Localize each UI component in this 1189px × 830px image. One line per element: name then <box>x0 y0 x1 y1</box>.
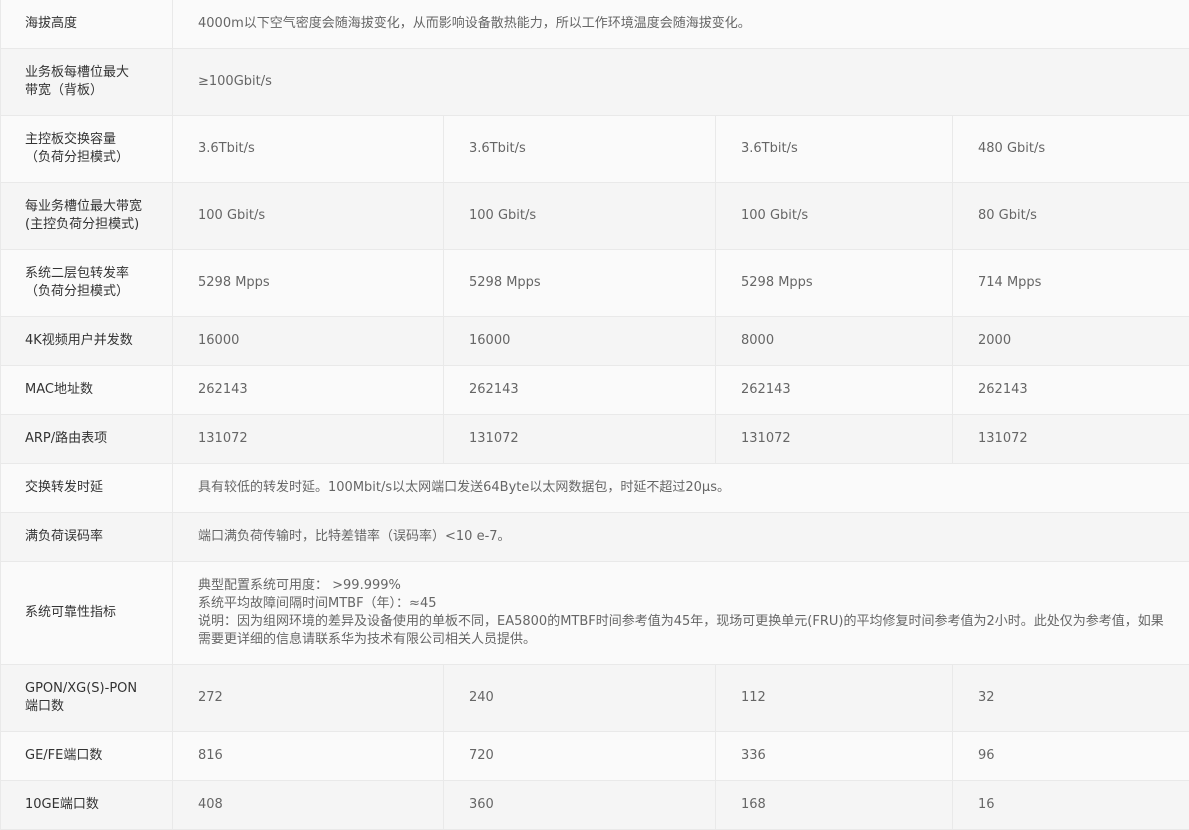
row-label: ARP/路由表项 <box>1 415 173 464</box>
cell-value: 480 Gbit/s <box>953 116 1189 183</box>
cell-value: 16000 <box>444 317 716 366</box>
cell-value: 131072 <box>953 415 1189 464</box>
row-switch-capacity: 主控板交换容量（负荷分担模式） 3.6Tbit/s 3.6Tbit/s 3.6T… <box>1 116 1189 183</box>
reliability-availability: 典型配置系统可用度： >99.999% <box>198 577 1169 595</box>
cell-value: 80 Gbit/s <box>953 183 1189 250</box>
row-label: 10GE端口数 <box>1 781 173 830</box>
reliability-note: 说明：因为组网环境的差异及设备使用的单板不同，EA5800的MTBF时间参考值为… <box>198 613 1169 649</box>
row-label: 满负荷误码率 <box>1 513 173 562</box>
row-label: 业务板每槽位最大带宽（背板） <box>1 49 173 116</box>
cell-value: 5298 Mpps <box>716 250 953 317</box>
cell-value: 131072 <box>716 415 953 464</box>
cell-value: 5298 Mpps <box>173 250 444 317</box>
row-mac: MAC地址数 262143 262143 262143 262143 <box>1 366 1189 415</box>
cell-value: 32 <box>953 665 1189 732</box>
cell-value: 5298 Mpps <box>444 250 716 317</box>
row-altitude: 海拔高度 4000m以下空气密度会随海拔变化，从而影响设备散热能力，所以工作环境… <box>1 0 1189 49</box>
row-arp: ARP/路由表项 131072 131072 131072 131072 <box>1 415 1189 464</box>
row-slot-bandwidth: 业务板每槽位最大带宽（背板） ≥100Gbit/s <box>1 49 1189 116</box>
row-4k-users: 4K视频用户并发数 16000 16000 8000 2000 <box>1 317 1189 366</box>
row-10ge-ports: 10GE端口数 408 360 168 16 <box>1 781 1189 830</box>
row-label: 系统二层包转发率（负荷分担模式） <box>1 250 173 317</box>
reliability-mtbf: 系统平均故障间隔时间MTBF（年）：≈45 <box>198 595 1169 613</box>
row-value: 典型配置系统可用度： >99.999% 系统平均故障间隔时间MTBF（年）：≈4… <box>173 562 1189 665</box>
spec-table: 海拔高度 4000m以下空气密度会随海拔变化，从而影响设备散热能力，所以工作环境… <box>0 0 1189 830</box>
row-value: ≥100Gbit/s <box>173 49 1189 116</box>
cell-value: 816 <box>173 732 444 781</box>
cell-value: 3.6Tbit/s <box>173 116 444 183</box>
row-label: GE/FE端口数 <box>1 732 173 781</box>
cell-value: 96 <box>953 732 1189 781</box>
row-label: 交换转发时延 <box>1 464 173 513</box>
cell-value: 408 <box>173 781 444 830</box>
cell-value: 240 <box>444 665 716 732</box>
cell-value: 16 <box>953 781 1189 830</box>
cell-value: 16000 <box>173 317 444 366</box>
cell-value: 8000 <box>716 317 953 366</box>
row-l2-forwarding: 系统二层包转发率（负荷分担模式） 5298 Mpps 5298 Mpps 529… <box>1 250 1189 317</box>
row-label: 4K视频用户并发数 <box>1 317 173 366</box>
cell-value: 100 Gbit/s <box>716 183 953 250</box>
cell-value: 100 Gbit/s <box>444 183 716 250</box>
row-label: 海拔高度 <box>1 0 173 49</box>
row-bit-error: 满负荷误码率 端口满负荷传输时，比特差错率（误码率）<10 e-7。 <box>1 513 1189 562</box>
cell-value: 2000 <box>953 317 1189 366</box>
row-reliability: 系统可靠性指标 典型配置系统可用度： >99.999% 系统平均故障间隔时间MT… <box>1 562 1189 665</box>
row-value: 4000m以下空气密度会随海拔变化，从而影响设备散热能力，所以工作环境温度会随海… <box>173 0 1189 49</box>
cell-value: 100 Gbit/s <box>173 183 444 250</box>
row-label: MAC地址数 <box>1 366 173 415</box>
row-gpon-ports: GPON/XG(S)-PON端口数 272 240 112 32 <box>1 665 1189 732</box>
cell-value: 262143 <box>716 366 953 415</box>
row-value: 具有较低的转发时延。100Mbit/s以太网端口发送64Byte以太网数据包，时… <box>173 464 1189 513</box>
row-value: 端口满负荷传输时，比特差错率（误码率）<10 e-7。 <box>173 513 1189 562</box>
cell-value: 720 <box>444 732 716 781</box>
cell-value: 272 <box>173 665 444 732</box>
cell-value: 131072 <box>444 415 716 464</box>
row-label: 系统可靠性指标 <box>1 562 173 665</box>
cell-value: 262143 <box>953 366 1189 415</box>
cell-value: 112 <box>716 665 953 732</box>
cell-value: 262143 <box>173 366 444 415</box>
row-max-slot-bandwidth: 每业务槽位最大带宽(主控负荷分担模式) 100 Gbit/s 100 Gbit/… <box>1 183 1189 250</box>
cell-value: 714 Mpps <box>953 250 1189 317</box>
row-label: 每业务槽位最大带宽(主控负荷分担模式) <box>1 183 173 250</box>
cell-value: 336 <box>716 732 953 781</box>
cell-value: 3.6Tbit/s <box>444 116 716 183</box>
cell-value: 360 <box>444 781 716 830</box>
cell-value: 262143 <box>444 366 716 415</box>
cell-value: 131072 <box>173 415 444 464</box>
row-label: 主控板交换容量（负荷分担模式） <box>1 116 173 183</box>
row-label: GPON/XG(S)-PON端口数 <box>1 665 173 732</box>
row-ge-ports: GE/FE端口数 816 720 336 96 <box>1 732 1189 781</box>
cell-value: 168 <box>716 781 953 830</box>
cell-value: 3.6Tbit/s <box>716 116 953 183</box>
row-latency: 交换转发时延 具有较低的转发时延。100Mbit/s以太网端口发送64Byte以… <box>1 464 1189 513</box>
